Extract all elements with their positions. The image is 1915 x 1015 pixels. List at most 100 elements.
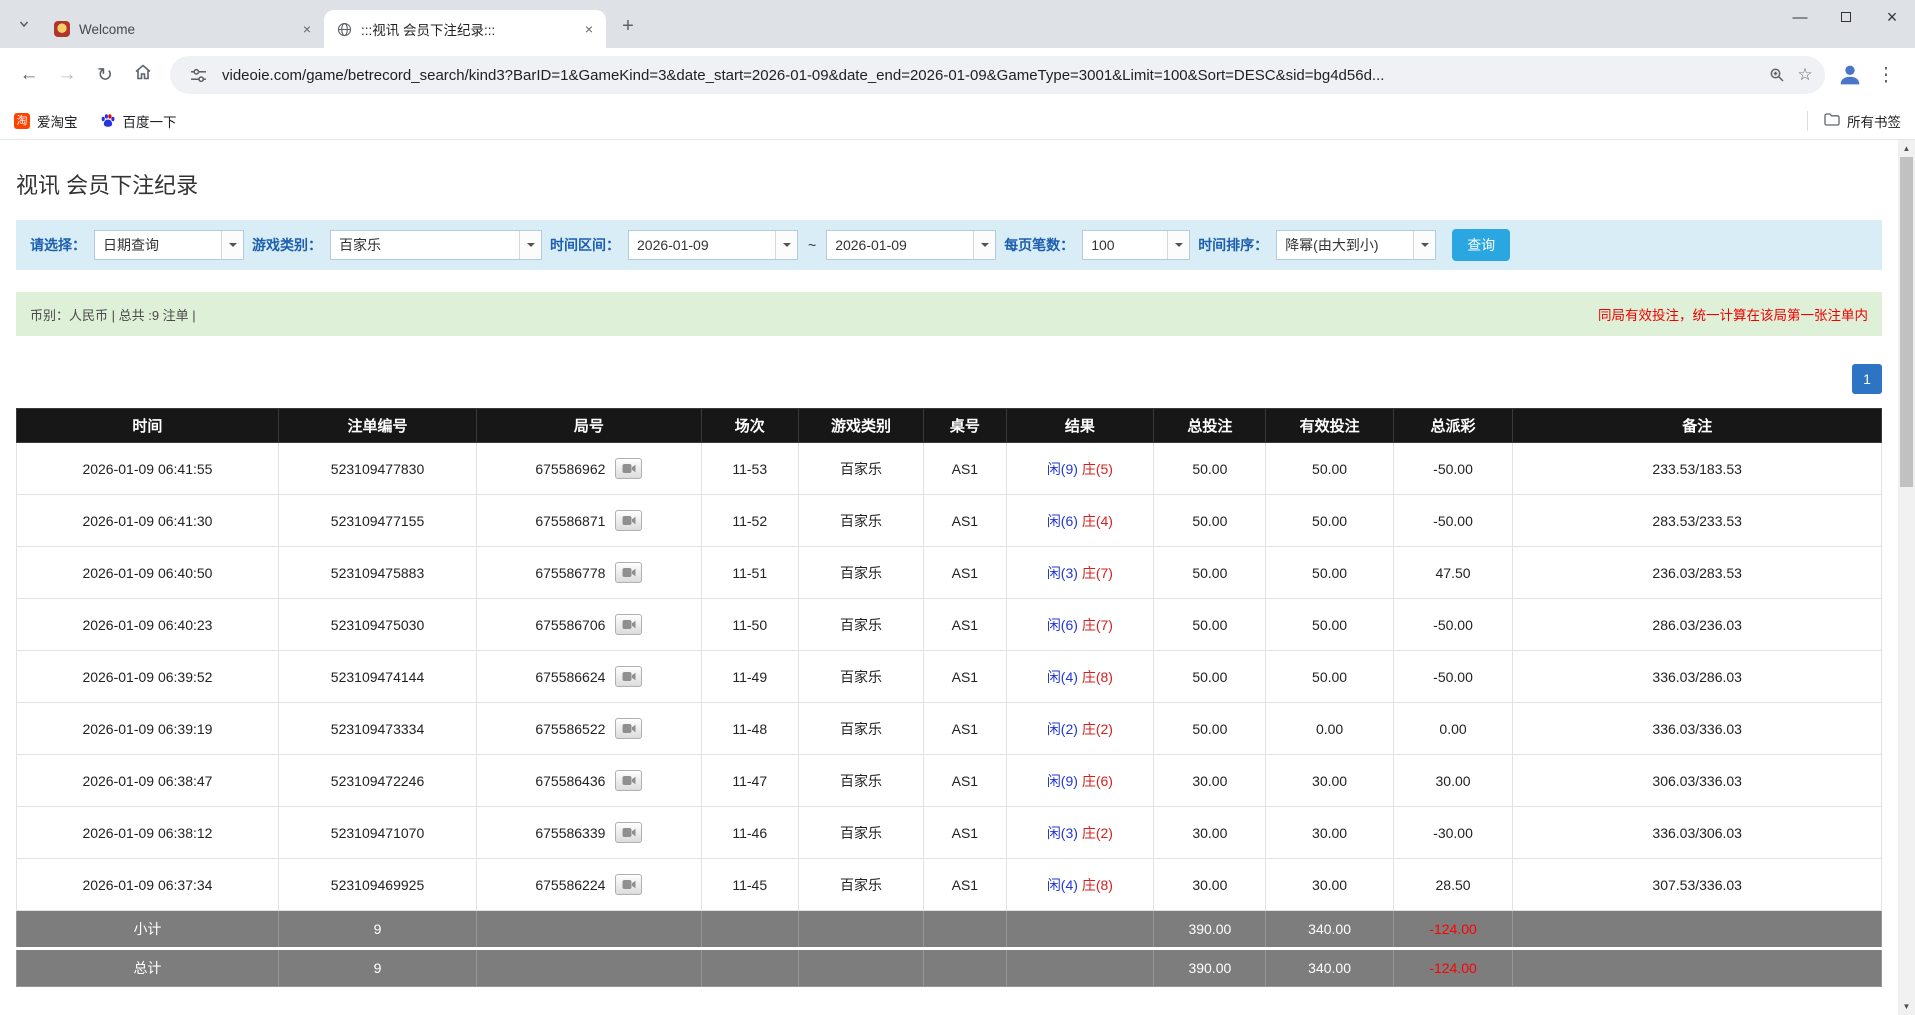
- cell-payout: -50.00: [1393, 443, 1513, 495]
- cell-total-bet[interactable]: 50.00: [1154, 443, 1266, 495]
- page-content: 视讯 会员下注纪录 请选择： 日期查询 游戏类别： 百家乐 时间区间： 2026…: [0, 140, 1898, 1015]
- scroll-down-icon[interactable]: ▼: [1898, 998, 1915, 1015]
- footer-cell: 340.00: [1266, 911, 1393, 949]
- url-text[interactable]: videoie.com/game/betrecord_search/kind3?…: [222, 67, 1753, 84]
- tab-betrecord[interactable]: :::视讯 会员下注纪录::: ×: [324, 10, 606, 48]
- cell-total-bet[interactable]: 50.00: [1154, 703, 1266, 755]
- scrollbar-thumb[interactable]: [1900, 157, 1913, 487]
- cell-total-bet[interactable]: 30.00: [1154, 807, 1266, 859]
- cell-bet-id: 523109472246: [278, 755, 476, 807]
- chevron-down-icon[interactable]: [519, 231, 541, 259]
- cell-remark: 233.53/183.53: [1513, 443, 1882, 495]
- sort-select[interactable]: 降幂(由大到小): [1276, 230, 1436, 260]
- video-replay-button[interactable]: [615, 874, 642, 895]
- zoom-icon[interactable]: [1763, 61, 1791, 89]
- footer-cell: 390.00: [1154, 949, 1266, 987]
- column-header: 备注: [1513, 409, 1882, 443]
- menu-icon[interactable]: ⋮: [1867, 56, 1905, 94]
- video-replay-button[interactable]: [615, 718, 642, 739]
- chevron-down-icon[interactable]: [775, 231, 797, 259]
- minimize-button[interactable]: —: [1777, 0, 1823, 34]
- video-replay-button[interactable]: [615, 510, 642, 531]
- date-end-select[interactable]: 2026-01-09: [826, 230, 996, 260]
- per-page-select[interactable]: 100: [1082, 230, 1190, 260]
- cell-total-bet[interactable]: 30.00: [1154, 755, 1266, 807]
- cell-bet-id: 523109475883: [278, 547, 476, 599]
- reload-button[interactable]: ↻: [86, 56, 124, 94]
- cell-time: 2026-01-09 06:38:47: [17, 755, 279, 807]
- footer-cell: [1006, 911, 1154, 949]
- cell-round-id: 675586706: [477, 599, 701, 651]
- result-banker: 庄(2): [1082, 825, 1113, 841]
- result-banker: 庄(5): [1082, 461, 1113, 477]
- cell-round-id: 675586436: [477, 755, 701, 807]
- search-button[interactable]: 查询: [1452, 229, 1510, 261]
- cell-round-id: 675586624: [477, 651, 701, 703]
- video-replay-button[interactable]: [615, 770, 642, 791]
- video-replay-button[interactable]: [615, 666, 642, 687]
- tab-title: :::视讯 会员下注纪录:::: [361, 19, 574, 39]
- cell-valid-bet: 50.00: [1266, 651, 1393, 703]
- bookmark-aitaobao[interactable]: 淘 爱淘宝: [14, 111, 78, 131]
- cell-total-bet[interactable]: 50.00: [1154, 651, 1266, 703]
- tab-close-icon[interactable]: ×: [298, 20, 316, 38]
- date-range-label: 时间区间：: [550, 235, 620, 255]
- footer-cell: [1513, 949, 1882, 987]
- bookmark-star-icon[interactable]: ☆: [1791, 61, 1819, 89]
- video-replay-button[interactable]: [615, 822, 642, 843]
- cell-total-bet[interactable]: 50.00: [1154, 495, 1266, 547]
- tab-welcome[interactable]: Welcome ×: [42, 10, 324, 48]
- column-header: 有效投注: [1266, 409, 1393, 443]
- window-controls: — ×: [1777, 0, 1915, 34]
- vertical-scrollbar[interactable]: ▲ ▼: [1898, 140, 1915, 1015]
- maximize-button[interactable]: [1823, 0, 1869, 34]
- footer-cell: [798, 911, 923, 949]
- date-end-value: 2026-01-09: [827, 231, 973, 259]
- bet-row: 2026-01-09 06:41:30523109477155675586871…: [17, 495, 1882, 547]
- result-banker: 庄(7): [1082, 617, 1113, 633]
- profile-avatar[interactable]: [1833, 58, 1867, 92]
- game-type-select[interactable]: 百家乐: [330, 230, 542, 260]
- chevron-down-icon[interactable]: [973, 231, 995, 259]
- new-tab-button[interactable]: +: [614, 12, 642, 40]
- forward-button[interactable]: →: [48, 56, 86, 94]
- page-button[interactable]: 1: [1852, 364, 1882, 394]
- chevron-down-icon[interactable]: [1167, 231, 1189, 259]
- date-start-select[interactable]: 2026-01-09: [628, 230, 798, 260]
- bet-table: 时间注单编号局号场次游戏类别桌号结果总投注有效投注总派彩备注 2026-01-0…: [16, 408, 1882, 987]
- tab-search-button[interactable]: [10, 12, 38, 40]
- bookmark-baidu[interactable]: 百度一下: [100, 111, 177, 131]
- footer-cell: [701, 911, 798, 949]
- query-type-select[interactable]: 日期查询: [94, 230, 244, 260]
- bet-row: 2026-01-09 06:40:23523109475030675586706…: [17, 599, 1882, 651]
- cell-total-bet[interactable]: 30.00: [1154, 859, 1266, 911]
- baidu-paw-icon: [100, 113, 116, 129]
- cell-valid-bet: 50.00: [1266, 443, 1393, 495]
- cell-time: 2026-01-09 06:39:52: [17, 651, 279, 703]
- cell-session: 11-49: [701, 651, 798, 703]
- bet-row: 2026-01-09 06:39:19523109473334675586522…: [17, 703, 1882, 755]
- cell-game-type: 百家乐: [798, 703, 923, 755]
- back-button[interactable]: ←: [10, 56, 48, 94]
- address-bar[interactable]: videoie.com/game/betrecord_search/kind3?…: [170, 56, 1825, 94]
- tab-close-icon[interactable]: ×: [580, 20, 598, 38]
- date-separator: ~: [808, 237, 816, 253]
- cell-total-bet[interactable]: 50.00: [1154, 547, 1266, 599]
- close-button[interactable]: ×: [1869, 0, 1915, 34]
- chevron-down-icon[interactable]: [1413, 231, 1435, 259]
- sort-value: 降幂(由大到小): [1277, 231, 1413, 259]
- home-button[interactable]: [124, 56, 162, 94]
- chevron-down-icon[interactable]: [221, 231, 243, 259]
- video-replay-button[interactable]: [615, 458, 642, 479]
- video-camera-icon: [622, 461, 636, 477]
- cell-valid-bet: 50.00: [1266, 495, 1393, 547]
- cell-total-bet[interactable]: 50.00: [1154, 599, 1266, 651]
- cell-remark: 286.03/236.03: [1513, 599, 1882, 651]
- video-replay-button[interactable]: [615, 614, 642, 635]
- all-bookmarks[interactable]: 所有书签: [1807, 111, 1901, 131]
- scroll-up-icon[interactable]: ▲: [1898, 140, 1915, 157]
- cell-payout: 30.00: [1393, 755, 1513, 807]
- video-replay-button[interactable]: [615, 562, 642, 583]
- site-info-icon[interactable]: [184, 61, 212, 89]
- cell-result: 闲(2) 庄(2): [1006, 703, 1154, 755]
